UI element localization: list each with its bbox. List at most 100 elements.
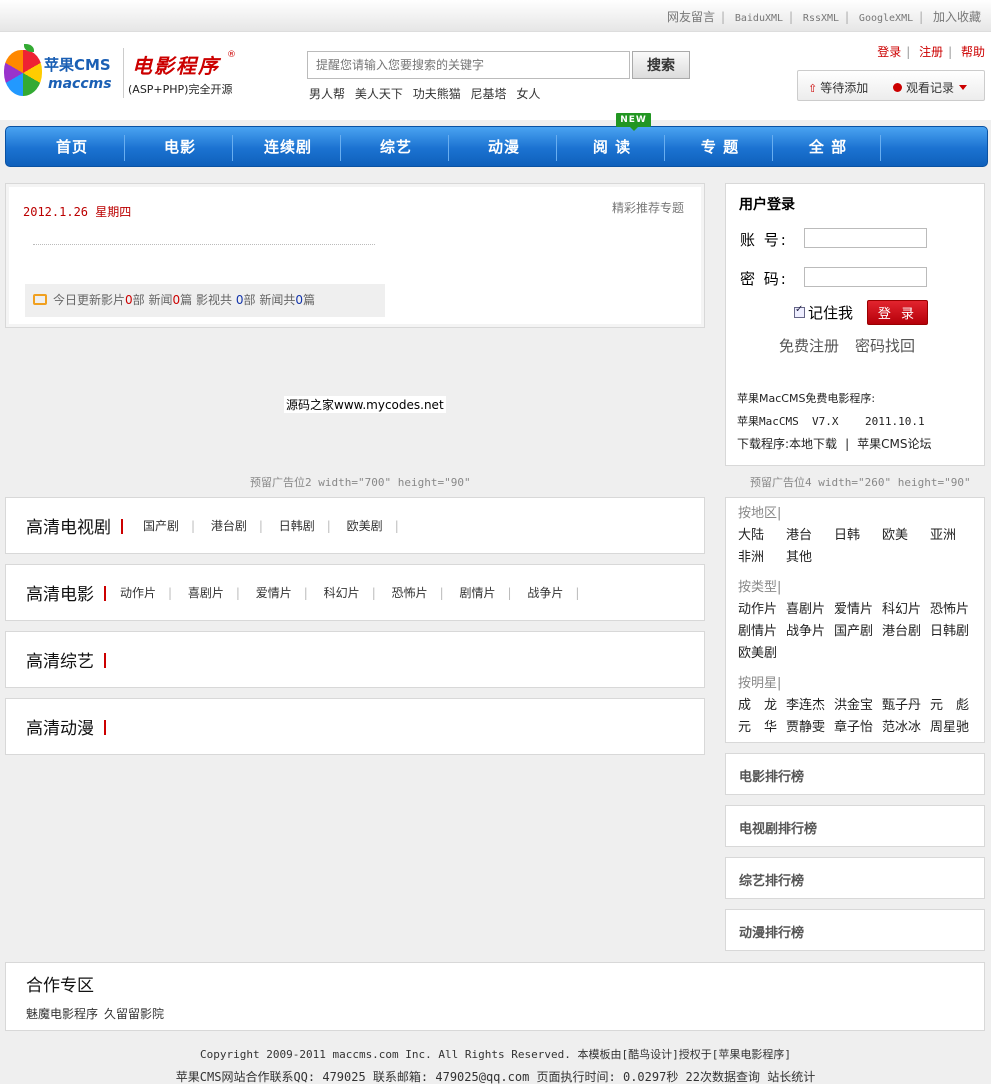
type-link[interactable]: 剧情片 xyxy=(738,620,786,639)
star-link[interactable]: 李连杰 xyxy=(786,694,834,713)
account-links: 免费注册 密码找回 xyxy=(779,335,915,356)
nav-item-reading[interactable]: 阅 读 xyxy=(558,127,666,168)
region-link[interactable]: 日韩 xyxy=(834,524,882,543)
star-link[interactable]: 贾静雯 xyxy=(786,716,834,735)
type-link[interactable]: 恐怖片 xyxy=(930,598,978,617)
category-tv-hd: 高清电视剧 国产剧 | 港台剧 | 日韩剧 | 欧美剧 | xyxy=(5,497,705,554)
region-link[interactable]: 非洲 xyxy=(738,546,786,565)
ranking-title[interactable]: 综艺排行榜 xyxy=(739,870,804,889)
type-link[interactable]: 日韩剧 xyxy=(930,620,978,639)
category-link[interactable]: 科幻片 xyxy=(324,586,360,600)
category-link[interactable]: 日韩剧 xyxy=(279,519,315,533)
special-topics-link[interactable]: 精彩推荐专题 xyxy=(612,199,684,216)
category-title: 高清动漫 xyxy=(26,714,106,739)
category-anime-hd: 高清动漫 xyxy=(5,698,705,755)
local-download-link[interactable]: 本地下载 xyxy=(789,437,837,451)
apple-logo-icon xyxy=(4,50,42,96)
category-movie-hd: 高清电影 动作片 | 喜剧片 | 爱情片 | 科幻片 | 恐怖片 | 剧情片 | 战争片 | xyxy=(5,564,705,621)
region-link[interactable]: 欧美 xyxy=(882,524,930,543)
ad-slot-2: 预留广告位2 width="700" height="90" xyxy=(250,476,471,489)
category-link[interactable]: 欧美剧 xyxy=(347,519,383,533)
category-link[interactable]: 爱情片 xyxy=(256,586,292,600)
hot-keyword[interactable]: 尼基塔 xyxy=(471,87,507,101)
category-link[interactable]: 港台剧 xyxy=(211,519,247,533)
type-link[interactable]: 港台剧 xyxy=(882,620,930,639)
forum-link[interactable]: 苹果CMS论坛 xyxy=(857,437,931,451)
remember-me-checkbox[interactable]: 记住我 xyxy=(794,302,853,323)
series-ranking-panel: 电视剧排行榜 xyxy=(725,805,985,847)
star-link[interactable]: 范冰冰 xyxy=(882,716,930,735)
type-link[interactable]: 爱情片 xyxy=(834,598,882,617)
type-link[interactable]: 科幻片 xyxy=(882,598,930,617)
user-links: 登录 | 注册 | 帮助 xyxy=(877,45,985,59)
logo-cms-text: 苹果CMS xyxy=(44,56,111,74)
region-link[interactable]: 港台 xyxy=(786,524,834,543)
category-link[interactable]: 剧情片 xyxy=(459,586,495,600)
login-link[interactable]: 登录 xyxy=(877,45,901,59)
category-link[interactable]: 国产剧 xyxy=(143,519,179,533)
nav-item-variety[interactable]: 综艺 xyxy=(342,127,450,168)
type-link[interactable]: 喜剧片 xyxy=(786,598,834,617)
type-link[interactable]: 战争片 xyxy=(786,620,834,639)
region-link[interactable]: 亚洲 xyxy=(930,524,978,543)
pending-add-button[interactable]: ⇧ 等待添加 xyxy=(808,79,868,96)
type-link[interactable]: 国产剧 xyxy=(834,620,882,639)
category-link[interactable]: 恐怖片 xyxy=(392,586,428,600)
hot-keyword[interactable]: 女人 xyxy=(516,87,540,101)
account-field[interactable] xyxy=(804,228,927,248)
region-link[interactable]: 大陆 xyxy=(738,524,786,543)
free-register-link[interactable]: 免费注册 xyxy=(779,337,839,355)
category-link[interactable]: 喜剧片 xyxy=(188,586,224,600)
watch-history-button[interactable]: 观看记录 xyxy=(893,79,968,96)
type-link[interactable]: 欧美剧 xyxy=(738,642,786,661)
new-badge: NEW xyxy=(616,113,651,131)
guestbook-link[interactable]: 网友留言 xyxy=(667,10,715,24)
password-field[interactable] xyxy=(804,267,927,287)
monitor-icon xyxy=(33,294,47,305)
add-favorite-link[interactable]: 加入收藏 xyxy=(933,10,981,24)
nav-item-all[interactable]: 全 部 xyxy=(774,127,882,168)
partner-links: 魅魔电影程序 久留留影院 xyxy=(26,1005,170,1022)
partner-link[interactable]: 久留留影院 xyxy=(104,1007,164,1021)
category-link[interactable]: 动作片 xyxy=(120,586,156,600)
nav-item-anime[interactable]: 动漫 xyxy=(450,127,558,168)
star-link[interactable]: 洪金宝 xyxy=(834,694,882,713)
star-link[interactable]: 成 龙 xyxy=(738,694,786,713)
category-title: 高清综艺 xyxy=(26,647,106,672)
type-row: 动作片 喜剧片 爱情片 科幻片 恐怖片 xyxy=(738,598,978,617)
password-recover-link[interactable]: 密码找回 xyxy=(855,337,915,355)
logo-tagline: (ASP+PHP)完全开源 xyxy=(128,83,233,96)
nav-item-movie[interactable]: 电影 xyxy=(126,127,234,168)
star-link[interactable]: 元 彪 xyxy=(930,694,978,713)
googlexml-link[interactable]: GoogleXML xyxy=(859,13,913,24)
baiduxml-link[interactable]: BaiduXML xyxy=(735,13,783,24)
nav-item-home[interactable]: 首页 xyxy=(18,127,126,168)
search-button[interactable]: 搜索 xyxy=(632,51,690,79)
ranking-title[interactable]: 电视剧排行榜 xyxy=(739,818,817,837)
star-link[interactable]: 章子怡 xyxy=(834,716,882,735)
type-link[interactable]: 动作片 xyxy=(738,598,786,617)
search-input[interactable] xyxy=(307,51,630,79)
rssxml-link[interactable]: RssXML xyxy=(803,13,839,24)
dropdown-arrow-icon xyxy=(959,85,968,90)
help-link[interactable]: 帮助 xyxy=(961,45,985,59)
star-link[interactable]: 周星驰 xyxy=(930,716,978,735)
star-link[interactable]: 元 华 xyxy=(738,716,786,735)
login-button[interactable]: 登 录 xyxy=(867,300,928,325)
hot-keyword[interactable]: 男人帮 xyxy=(309,87,345,101)
hot-keyword[interactable]: 功夫熊猫 xyxy=(413,87,461,101)
site-logo[interactable]: 苹果CMS maccms 电影程序 ® (ASP+PHP)完全开源 xyxy=(4,44,244,100)
region-link[interactable]: 其他 xyxy=(786,546,834,565)
anime-ranking-panel: 动漫排行榜 xyxy=(725,909,985,951)
ranking-title[interactable]: 动漫排行榜 xyxy=(739,922,804,941)
hot-keyword[interactable]: 美人天下 xyxy=(355,87,403,101)
partner-link[interactable]: 魅魔电影程序 xyxy=(26,1007,98,1021)
category-link[interactable]: 战争片 xyxy=(527,586,563,600)
register-link[interactable]: 注册 xyxy=(919,45,943,59)
star-link[interactable]: 甄子丹 xyxy=(882,694,930,713)
login-panel: 用户登录 账 号: 密 码: 记住我 登 录 免费注册密码找回 苹果MacCMS… xyxy=(725,183,985,466)
nav-item-series[interactable]: 连续剧 xyxy=(234,127,342,168)
nav-item-topics[interactable]: 专 题 xyxy=(666,127,774,168)
ranking-title[interactable]: 电影排行榜 xyxy=(739,766,804,785)
category-links: 国产剧 | 港台剧 | 日韩剧 | 欧美剧 | xyxy=(143,519,399,533)
